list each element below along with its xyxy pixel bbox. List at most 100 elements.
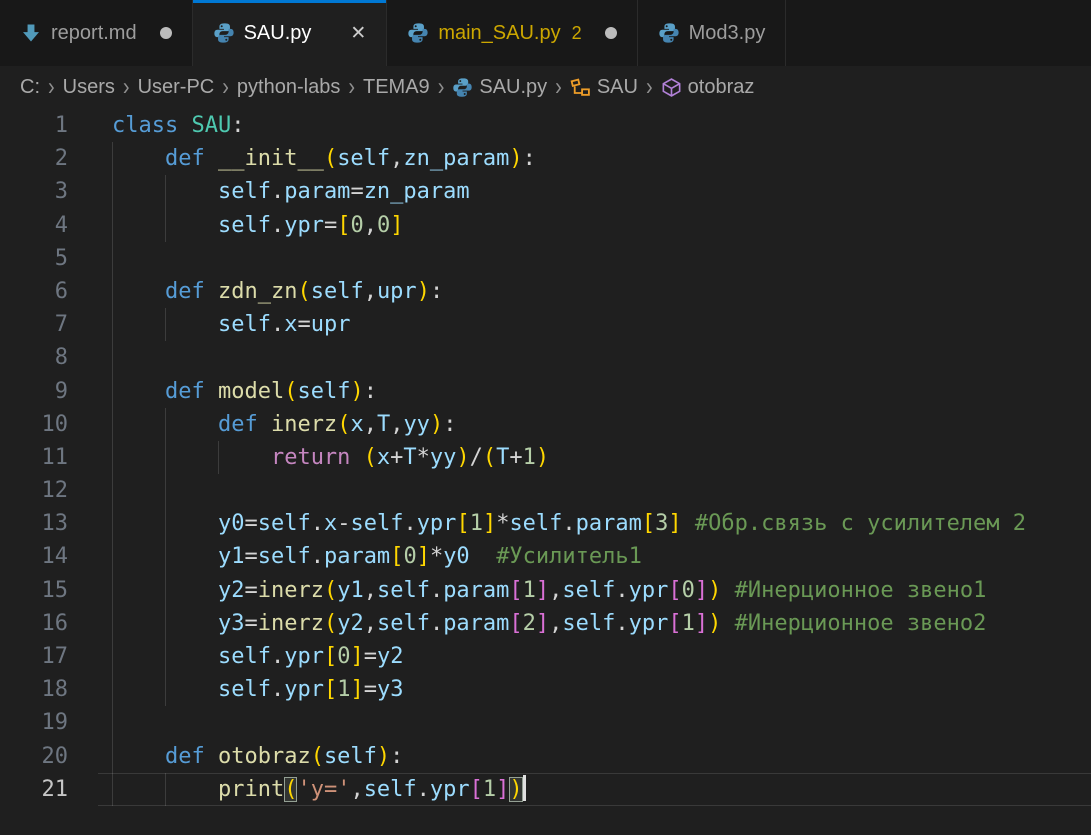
code-line-4[interactable]: 4 self.ypr=[0,0] bbox=[0, 209, 1091, 242]
modified-dot-icon[interactable] bbox=[160, 27, 172, 39]
code-token: ] bbox=[695, 578, 708, 603]
code-line-3[interactable]: 3 self.param=zn_param bbox=[0, 175, 1091, 208]
code-line-19[interactable]: 19 bbox=[0, 706, 1091, 739]
code-token: . bbox=[311, 511, 324, 536]
code-line-10[interactable]: 10 def inerz(x,T,yy): bbox=[0, 408, 1091, 441]
breadcrumb-item-tema9[interactable]: TEMA9 bbox=[363, 76, 430, 99]
code-line-2[interactable]: 2 def __init__(self,zn_param): bbox=[0, 142, 1091, 175]
line-number[interactable]: 12 bbox=[0, 474, 68, 507]
close-icon[interactable]: ✕ bbox=[350, 24, 366, 43]
code-line-16[interactable]: 16 y3=inerz(y2,self.param[2],self.ypr[1]… bbox=[0, 607, 1091, 640]
code-token: 1 bbox=[483, 777, 496, 802]
code-token: model bbox=[218, 379, 284, 404]
code-token: 0 bbox=[403, 544, 416, 569]
line-number[interactable]: 1 bbox=[0, 109, 68, 142]
line-number[interactable]: 16 bbox=[0, 607, 68, 640]
chevron-right-icon: › bbox=[555, 73, 562, 102]
breadcrumb-label: python-labs bbox=[237, 76, 340, 99]
line-number[interactable]: 6 bbox=[0, 275, 68, 308]
breadcrumb-item-users[interactable]: Users bbox=[63, 76, 115, 99]
code-token: . bbox=[271, 312, 284, 337]
code-line-20[interactable]: 20 def otobraz(self): bbox=[0, 740, 1091, 773]
breadcrumb-label: SAU bbox=[597, 76, 638, 99]
line-number[interactable]: 18 bbox=[0, 673, 68, 706]
code-line-5[interactable]: 5 bbox=[0, 242, 1091, 275]
tab-report-md[interactable]: report.md bbox=[0, 0, 193, 66]
breadcrumb-item-c[interactable]: C: bbox=[20, 76, 40, 99]
breadcrumb-item-python-labs[interactable]: python-labs bbox=[237, 76, 340, 99]
editor[interactable]: 1class SAU:2 def __init__(self,zn_param)… bbox=[0, 108, 1091, 806]
line-number[interactable]: 2 bbox=[0, 142, 68, 175]
code-line-21[interactable]: 21 print('y=',self.ypr[1]) bbox=[0, 773, 1091, 806]
code-token: ( bbox=[324, 146, 337, 171]
line-number[interactable]: 19 bbox=[0, 706, 68, 739]
code-token: y2 bbox=[218, 578, 245, 603]
tab-mod3-py[interactable]: Mod3.py bbox=[638, 0, 787, 66]
code-token: 2 bbox=[523, 611, 536, 636]
chevron-right-icon: › bbox=[438, 73, 445, 102]
code-line-6[interactable]: 6 def zdn_zn(self,upr): bbox=[0, 275, 1091, 308]
code-token: + bbox=[509, 445, 522, 470]
code-token: , bbox=[364, 213, 377, 238]
code-token: ) bbox=[536, 445, 549, 470]
line-number[interactable]: 11 bbox=[0, 441, 68, 474]
code-token: [ bbox=[668, 578, 681, 603]
code-token: yy bbox=[430, 445, 457, 470]
code-token: __init__ bbox=[218, 146, 324, 171]
line-number[interactable]: 20 bbox=[0, 740, 68, 773]
code-line-14[interactable]: 14 y1=self.param[0]*y0 #Усилитель1 bbox=[0, 540, 1091, 573]
modified-dot-icon[interactable] bbox=[605, 27, 617, 39]
code-line-12[interactable]: 12 bbox=[0, 474, 1091, 507]
code-token: . bbox=[615, 578, 628, 603]
code-token bbox=[682, 511, 695, 536]
code-line-8[interactable]: 8 bbox=[0, 341, 1091, 374]
line-number[interactable]: 3 bbox=[0, 175, 68, 208]
code-token bbox=[112, 578, 218, 603]
code-line-18[interactable]: 18 self.ypr[1]=y3 bbox=[0, 673, 1091, 706]
code-line-1[interactable]: 1class SAU: bbox=[0, 109, 1091, 142]
code-line-13[interactable]: 13 y0=self.x-self.ypr[1]*self.param[3] #… bbox=[0, 507, 1091, 540]
tab-main-sau-py[interactable]: main_SAU.py2 bbox=[387, 0, 637, 66]
line-number[interactable]: 15 bbox=[0, 574, 68, 607]
breadcrumb-item-sau[interactable]: SAU bbox=[570, 76, 638, 99]
line-number[interactable]: 7 bbox=[0, 308, 68, 341]
line-number[interactable]: 8 bbox=[0, 341, 68, 374]
breadcrumb-item-sau-py[interactable]: SAU.py bbox=[452, 76, 547, 99]
code-token: def bbox=[165, 744, 218, 769]
line-number[interactable]: 4 bbox=[0, 209, 68, 242]
code-token: self bbox=[218, 213, 271, 238]
indent-guide bbox=[112, 242, 113, 275]
code-token: self bbox=[377, 578, 430, 603]
line-number[interactable]: 21 bbox=[0, 773, 68, 806]
breadcrumb-item-user-pc[interactable]: User-PC bbox=[138, 76, 215, 99]
line-number[interactable]: 10 bbox=[0, 408, 68, 441]
breadcrumb-item-otobraz[interactable]: otobraz bbox=[661, 76, 755, 99]
code-token: ) bbox=[509, 777, 522, 802]
line-number[interactable]: 9 bbox=[0, 375, 68, 408]
line-number[interactable]: 17 bbox=[0, 640, 68, 673]
code-token: def bbox=[218, 412, 271, 437]
code-token: ( bbox=[483, 445, 496, 470]
code-line-15[interactable]: 15 y2=inerz(y1,self.param[1],self.ypr[0]… bbox=[0, 574, 1091, 607]
code-token: param bbox=[576, 511, 642, 536]
code-token: inerz bbox=[258, 611, 324, 636]
line-number[interactable]: 5 bbox=[0, 242, 68, 275]
indent-guide bbox=[112, 341, 113, 374]
code-token: ] bbox=[350, 677, 363, 702]
code-token: 0 bbox=[337, 644, 350, 669]
code-token: upr bbox=[311, 312, 351, 337]
code-line-9[interactable]: 9 def model(self): bbox=[0, 375, 1091, 408]
code-line-17[interactable]: 17 self.ypr[0]=y2 bbox=[0, 640, 1091, 673]
tab-label: Mod3.py bbox=[689, 22, 766, 45]
code-token: + bbox=[390, 445, 403, 470]
code-token: ] bbox=[483, 511, 496, 536]
code-line-7[interactable]: 7 self.x=upr bbox=[0, 308, 1091, 341]
code-token: . bbox=[271, 644, 284, 669]
line-number[interactable]: 13 bbox=[0, 507, 68, 540]
code-token: 0 bbox=[682, 578, 695, 603]
code-token: . bbox=[271, 213, 284, 238]
line-number[interactable]: 14 bbox=[0, 540, 68, 573]
tab-sau-py[interactable]: SAU.py✕ bbox=[193, 0, 388, 66]
code-line-11[interactable]: 11 return (x+T*yy)/(T+1) bbox=[0, 441, 1091, 474]
code-token: 0 bbox=[377, 213, 390, 238]
